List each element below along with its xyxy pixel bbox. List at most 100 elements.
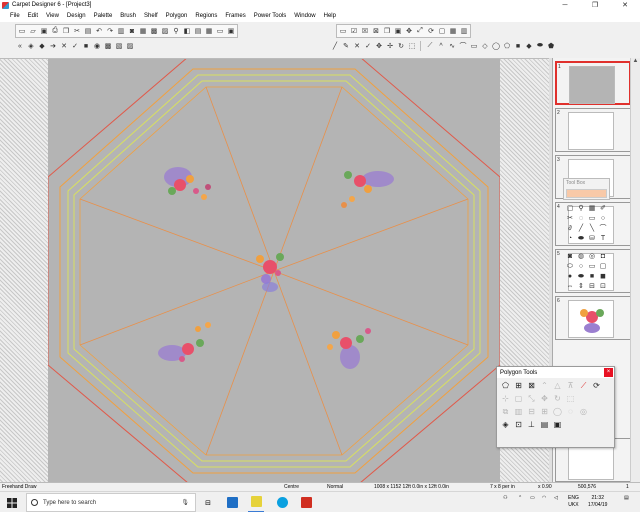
poly-ring-icon[interactable]: ◯ [552, 406, 563, 417]
wifi-icon[interactable]: ◠ [542, 495, 546, 502]
menu-window[interactable]: Window [290, 13, 319, 19]
stack-alt-icon[interactable]: ▨ [125, 41, 135, 51]
poly-rotate-icon[interactable]: ⟳ [426, 26, 436, 36]
mirror-v-icon[interactable]: ⇕ [576, 282, 586, 291]
design-canvas[interactable] [0, 58, 549, 483]
view-icon[interactable]: ▭ [215, 26, 225, 36]
brush-icon[interactable]: ╲ [587, 224, 597, 233]
poly-arc-icon[interactable]: ⟳ [591, 380, 602, 391]
thumbnail-scrollbar[interactable]: ▲ [630, 58, 640, 482]
chart-icon[interactable]: ▦ [204, 26, 214, 36]
poly-select-icon[interactable]: ▭ [338, 26, 348, 36]
copy-icon[interactable]: ❐ [61, 26, 71, 36]
dropper-icon[interactable]: ✐ [598, 204, 608, 213]
poly-new-icon[interactable]: ⬠ [500, 380, 511, 391]
rect-fill-icon[interactable]: ■ [513, 41, 523, 51]
stroke-icon[interactable]: ╱ [576, 224, 586, 233]
window-icon[interactable]: ▣ [226, 26, 236, 36]
select-icon[interactable]: ▢ [565, 204, 575, 213]
poly-merge-icon[interactable]: ⊼ [565, 380, 576, 391]
save-icon[interactable]: ▣ [39, 26, 49, 36]
notifications-icon[interactable]: ▤ [624, 495, 629, 502]
poly-split-icon[interactable]: ⊟ [526, 406, 537, 417]
flip-icon[interactable]: ⊟ [587, 282, 597, 291]
palette-icon[interactable]: ◧ [182, 26, 192, 36]
square-tool-icon[interactable]: ▢ [598, 262, 608, 271]
line-icon[interactable]: ╱ [330, 41, 340, 51]
resize-icon[interactable]: ⬚ [407, 41, 417, 51]
link-icon[interactable]: ∂ [565, 224, 575, 233]
menu-help[interactable]: Help [320, 13, 340, 19]
eraser-icon[interactable]: ✕ [352, 41, 362, 51]
shape-d-icon[interactable]: ◘ [598, 252, 608, 261]
minimize-button[interactable]: ─ [550, 0, 580, 10]
poly-stack-icon[interactable]: ▥ [513, 406, 524, 417]
tick-icon[interactable]: ✓ [363, 41, 373, 51]
taskbar-search-input[interactable]: Type here to search 🎙 [26, 493, 196, 512]
menu-shelf[interactable]: Shelf [140, 13, 162, 19]
language-indicator[interactable]: ENG UKX [568, 495, 579, 509]
redo-icon[interactable]: ↷ [105, 26, 115, 36]
app-icon-blue[interactable] [224, 492, 240, 512]
thumbnail-6[interactable]: 6 [555, 296, 631, 340]
print-icon[interactable]: ⎙ [50, 26, 60, 36]
grid-icon[interactable]: ▦ [138, 26, 148, 36]
polygon-fill-icon[interactable]: ⬟ [546, 41, 556, 51]
microphone-icon[interactable]: 🎙 [181, 499, 189, 506]
arc-icon[interactable]: ⌒ [458, 41, 468, 51]
poly-node-icon[interactable]: ⊹ [500, 393, 511, 404]
poly-move-icon[interactable]: ✥ [404, 26, 414, 36]
poly-ring2-icon[interactable]: ◌ [565, 406, 576, 417]
polygon-icon[interactable]: ⬠ [502, 41, 512, 51]
rhombus-icon[interactable]: ◆ [37, 41, 47, 51]
diamond-outline-icon[interactable]: ◇ [480, 41, 490, 51]
close-icon[interactable]: × [604, 368, 613, 377]
clock[interactable]: 21:32 17/04/19 [588, 495, 607, 509]
rotate-icon[interactable]: ↻ [396, 41, 406, 51]
poly-nudge-icon[interactable]: ⤡ [526, 393, 537, 404]
pan-icon[interactable]: ✢ [385, 41, 395, 51]
stack-icon[interactable]: ▧ [114, 41, 124, 51]
tool-box-panel[interactable]: Tool Box [563, 178, 610, 200]
poly-paint-icon[interactable]: ◈ [500, 419, 511, 430]
shape-b-icon[interactable]: ◍ [576, 252, 586, 261]
apex-icon[interactable]: ^ [436, 41, 446, 51]
volume-icon[interactable]: ◁ [554, 495, 558, 502]
people-icon[interactable]: ⚇ [503, 495, 507, 502]
thumbnail-1[interactable]: 1 [555, 61, 631, 105]
poly-align-icon[interactable]: ⊥ [526, 419, 537, 430]
poly-group-icon[interactable]: ⊠ [526, 380, 537, 391]
poly-copy-icon[interactable]: ❐ [382, 26, 392, 36]
poly-grid-icon[interactable]: ▦ [448, 26, 458, 36]
square-icon[interactable]: ■ [81, 41, 91, 51]
app-icon-carpet[interactable] [248, 492, 264, 512]
text-tool-icon[interactable]: T [598, 234, 608, 243]
network-icon[interactable]: ▭ [530, 495, 535, 502]
poly-turn-icon[interactable]: ↻ [552, 393, 563, 404]
current-color-swatch[interactable] [566, 189, 607, 198]
circle-fill-icon[interactable]: ◉ [92, 41, 102, 51]
poly-edit-icon[interactable]: ⊠ [371, 26, 381, 36]
scissors-icon[interactable]: ✂ [565, 214, 575, 223]
smudge-icon[interactable]: ⌒ [598, 224, 608, 233]
rect-tool-icon[interactable]: ▭ [587, 214, 597, 223]
spray-icon[interactable]: ◔ [565, 234, 575, 243]
image-icon[interactable]: ▨ [160, 26, 170, 36]
poly-image-icon[interactable]: ▣ [552, 419, 563, 430]
rectangle-icon[interactable]: ▭ [469, 41, 479, 51]
poly-frame-icon[interactable]: ▢ [513, 393, 524, 404]
shape-c-icon[interactable]: ◎ [587, 252, 597, 261]
poly-check-icon[interactable]: ☑ [349, 26, 359, 36]
arrow-right-icon[interactable]: ➔ [48, 41, 58, 51]
table-icon[interactable]: ▤ [193, 26, 203, 36]
menu-power-tools[interactable]: Power Tools [250, 13, 291, 19]
menu-view[interactable]: View [42, 13, 63, 19]
mirror-h-icon[interactable]: ⇔ [565, 282, 575, 291]
pdf-reader-icon[interactable] [298, 492, 314, 512]
poly-cross-icon[interactable]: ☒ [360, 26, 370, 36]
box-tool-icon[interactable]: ▭ [587, 262, 597, 271]
poly-more-icon[interactable]: ▥ [459, 26, 469, 36]
bucket-icon[interactable]: ⛁ [587, 234, 597, 243]
check-icon[interactable]: ✓ [70, 41, 80, 51]
poly-paste-icon[interactable]: ▣ [393, 26, 403, 36]
